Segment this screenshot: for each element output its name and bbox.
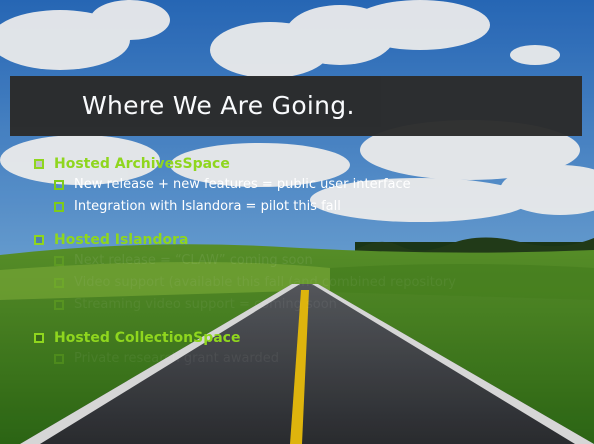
list-item: New release + new features = public user… [34, 174, 584, 196]
list-item-text: Video support (available this fall (and … [74, 275, 456, 290]
section-heading-islandora: Hosted Islandora [34, 230, 584, 250]
square-bullet-icon [34, 333, 44, 343]
square-bullet-icon [34, 159, 44, 169]
list-item: Video support (available this fall (and … [34, 272, 584, 294]
square-bullet-icon [54, 202, 64, 212]
section-heading-label: Hosted CollectionSpace [54, 330, 241, 346]
slide-content: Hosted ArchivesSpace New release + new f… [34, 150, 584, 370]
section-heading-archivesspace: Hosted ArchivesSpace [34, 154, 584, 174]
section-heading-label: Hosted ArchivesSpace [54, 156, 230, 172]
square-bullet-icon [54, 180, 64, 190]
list-item-text: Next release = “CLAW” coming soon [74, 253, 313, 268]
square-bullet-icon [34, 235, 44, 245]
square-bullet-icon [54, 300, 64, 310]
list-item: Streaming video support = coming soon [34, 294, 584, 316]
list-item: Integration with Islandora = pilot this … [34, 196, 584, 218]
square-bullet-icon [54, 278, 64, 288]
square-bullet-icon [54, 256, 64, 266]
title-bar: Where We Are Going. [10, 76, 582, 136]
list-item: Private research grant awarded [34, 348, 584, 370]
section-heading-label: Hosted Islandora [54, 232, 189, 248]
slide: Where We Are Going. Hosted ArchivesSpace… [0, 0, 594, 444]
list-item-text: Streaming video support = coming soon [74, 297, 337, 312]
list-item: Next release = “CLAW” coming soon [34, 250, 584, 272]
list-item-text: Integration with Islandora = pilot this … [74, 199, 341, 214]
slide-title: Where We Are Going. [82, 91, 355, 120]
square-bullet-icon [54, 354, 64, 364]
list-item-text: Private research grant awarded [74, 351, 280, 366]
list-item-text: New release + new features = public user… [74, 177, 411, 192]
section-heading-collectionspace: Hosted CollectionSpace [34, 328, 584, 348]
